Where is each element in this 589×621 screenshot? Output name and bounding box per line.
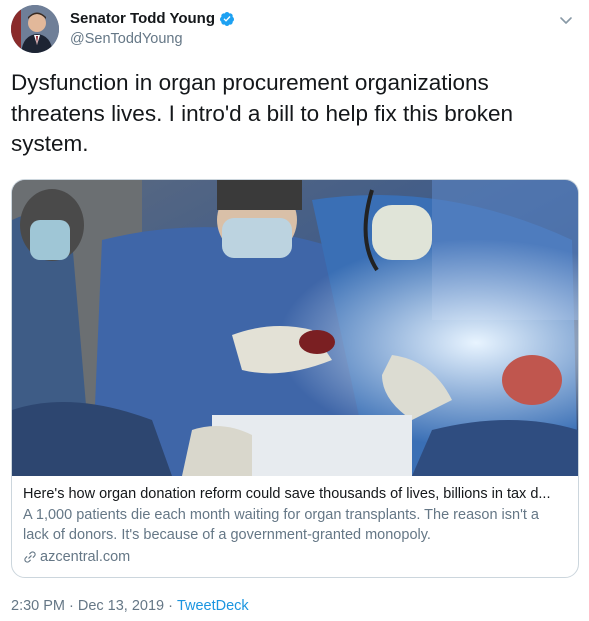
card-body: Here's how organ donation reform could s… (12, 476, 578, 567)
chevron-down-icon[interactable] (557, 11, 575, 29)
meta-separator: · (69, 598, 74, 614)
tweet-source-link[interactable]: TweetDeck (177, 598, 249, 614)
card-image (12, 180, 578, 476)
link-card[interactable]: Here's how organ donation reform could s… (11, 179, 579, 578)
tweet-text: Dysfunction in organ procurement organiz… (11, 70, 514, 156)
author-name-row: Senator Todd Young (70, 10, 235, 27)
meta-separator: · (168, 598, 173, 614)
card-domain-text: azcentral.com (40, 549, 131, 565)
author-handle[interactable]: @SenToddYoung (70, 31, 183, 47)
avatar[interactable] (11, 5, 59, 53)
card-domain[interactable]: azcentral.com (23, 547, 567, 567)
link-icon (24, 551, 36, 563)
card-description: A 1,000 patients die each month waiting … (23, 507, 539, 543)
tweet-date[interactable]: Dec 13, 2019 (78, 598, 164, 614)
verified-badge-icon (219, 11, 235, 27)
tweet-time[interactable]: 2:30 PM (11, 598, 65, 614)
tweet: Senator Todd Young @SenToddYoung Dysfunc… (0, 0, 589, 621)
card-title[interactable]: Here's how organ donation reform could s… (23, 484, 567, 504)
tweet-meta: 2:30 PM · Dec 13, 2019 · TweetDeck (11, 598, 249, 614)
author-display-name[interactable]: Senator Todd Young (70, 10, 215, 27)
